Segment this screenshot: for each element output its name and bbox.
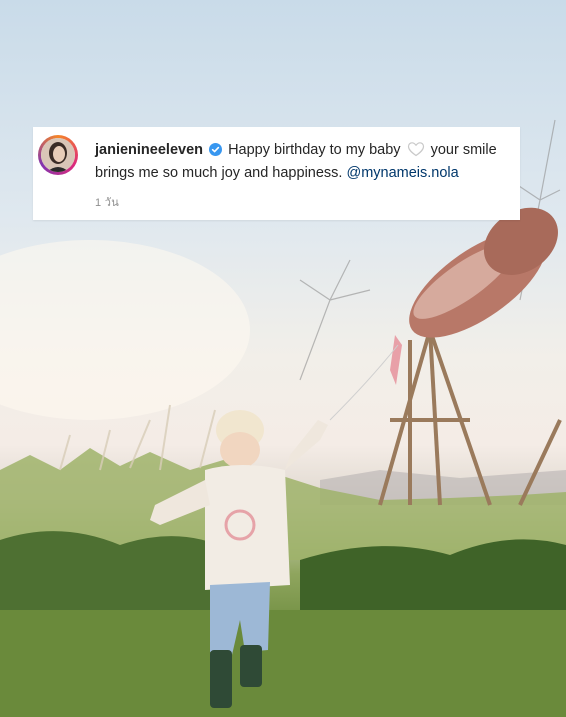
caption-part-1: Happy birthday to my baby [228,142,401,158]
mention-link[interactable]: @mynameis.nola [346,165,458,181]
caption-card: janienineeleven Happy birthday to my bab… [33,127,520,220]
post-photo: janienineeleven Happy birthday to my bab… [0,0,566,717]
avatar-photo-icon [41,138,75,172]
caption-text: janienineeleven Happy birthday to my bab… [95,140,510,183]
avatar[interactable] [41,138,75,172]
verified-badge-icon [209,142,223,162]
heart-outline-icon [407,141,425,163]
story-ring[interactable] [38,135,78,175]
username-link[interactable]: janienineeleven [95,142,203,158]
post-timestamp[interactable]: 1 วัน [95,193,119,211]
photo-illustration [0,119,566,717]
